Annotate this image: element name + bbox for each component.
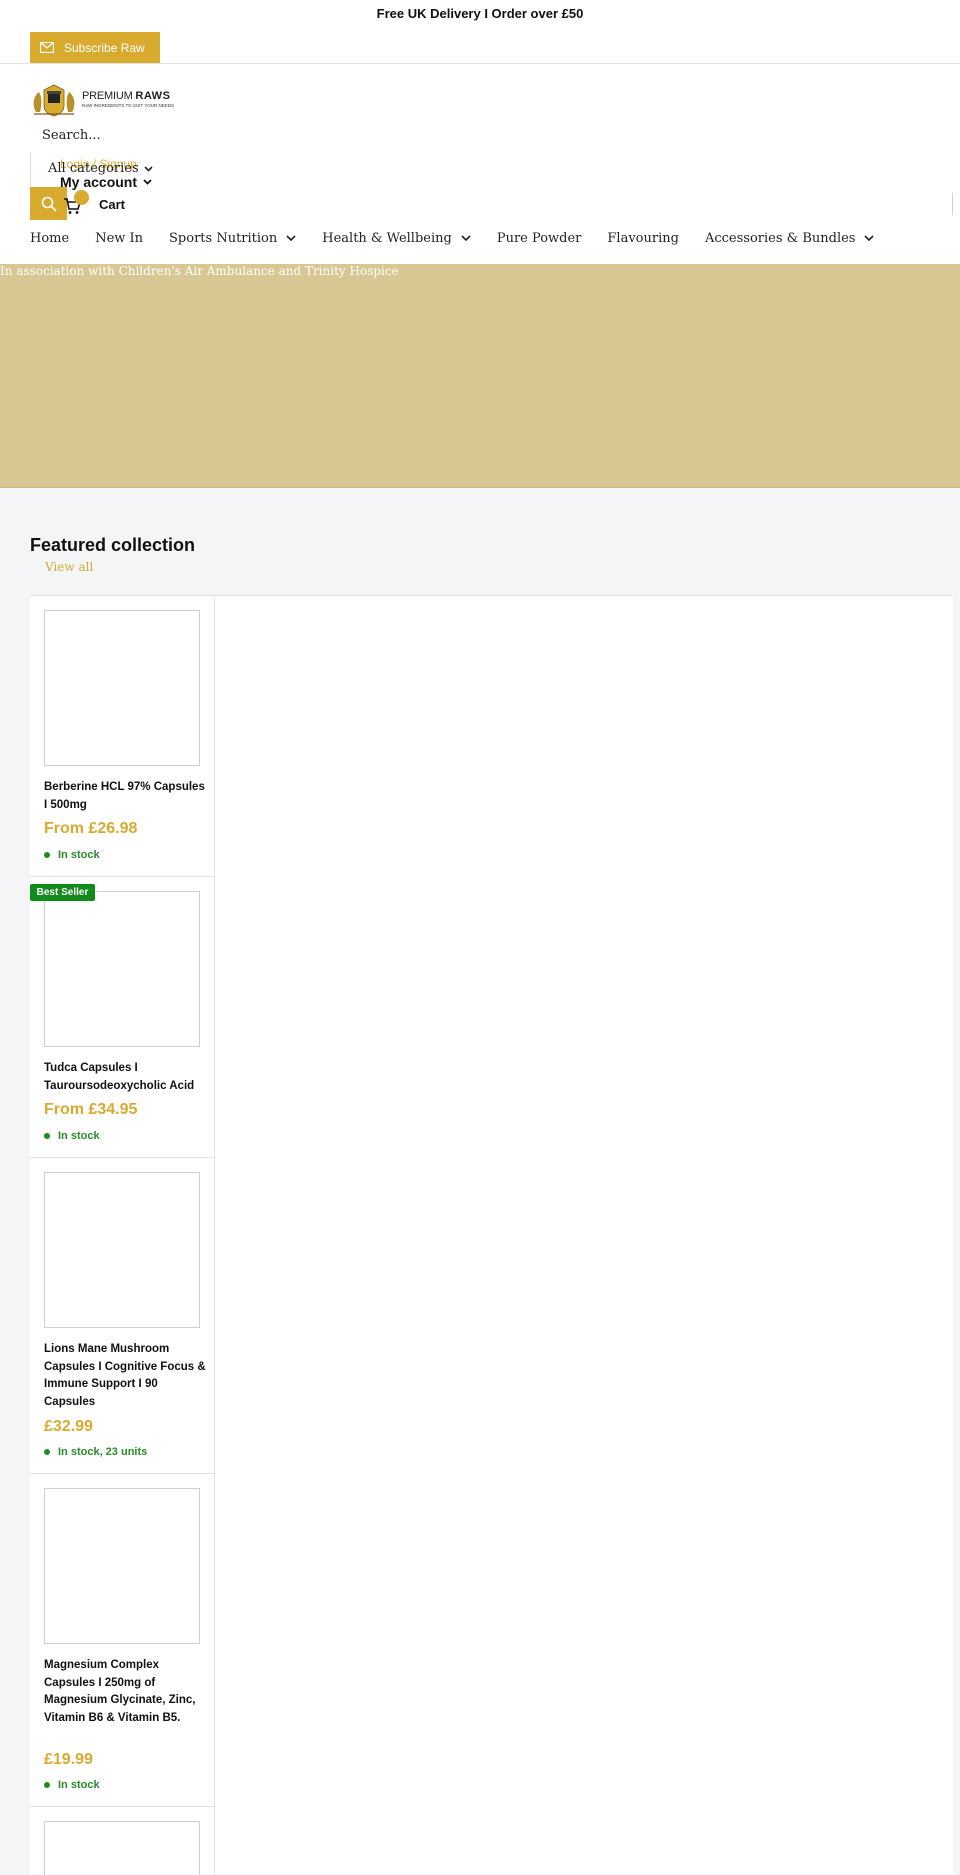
nav-item-flavouring[interactable]: Flavouring (607, 231, 679, 246)
product-image[interactable] (44, 1172, 200, 1328)
mail-icon (40, 42, 54, 53)
nav-item-label: Health & Wellbeing (322, 231, 452, 246)
product-card[interactable] (30, 1807, 214, 1875)
nav-item-accessories-bundles[interactable]: Accessories & Bundles (705, 231, 875, 246)
search-input[interactable]: Search... (42, 128, 101, 143)
product-image[interactable] (44, 891, 200, 1047)
hero-banner[interactable] (0, 264, 960, 488)
chevron-down-icon (286, 235, 296, 242)
product-title[interactable]: Magnesium Complex Capsules I 250mg of Ma… (44, 1657, 206, 1727)
product-image[interactable] (44, 1821, 200, 1875)
view-all-link[interactable]: View all (45, 560, 93, 574)
product-price: From £34.95 (44, 1101, 138, 1118)
my-account-menu[interactable]: My account (60, 174, 152, 190)
product-image[interactable] (44, 610, 200, 766)
product-card[interactable]: Lions Mane Mushroom Capsules I Cognitive… (30, 1158, 214, 1474)
product-price: £19.99 (44, 1751, 93, 1768)
product-card[interactable]: Berberine HCL 97% Capsules I 500mg From … (30, 596, 214, 877)
stock-status: In stock (44, 1130, 100, 1142)
product-price: £32.99 (44, 1418, 93, 1435)
grid-column-divider (214, 596, 215, 1875)
header-edge-divider (952, 193, 953, 215)
product-card[interactable]: Tudca Capsules I Tauroursodeoxycholic Ac… (30, 877, 214, 1158)
search-icon (41, 196, 57, 212)
logo-tagline: RAW INGREDIENTS TO SUIT YOUR NEEDS (82, 103, 175, 109)
chevron-down-icon (144, 165, 153, 172)
nav-item-label: Home (30, 231, 70, 246)
crest-logo-icon (33, 84, 75, 117)
stock-status: In stock, 23 units (44, 1446, 147, 1458)
nav-item-label: Accessories & Bundles (704, 231, 856, 246)
nav-item-label: Flavouring (607, 231, 679, 246)
product-title[interactable]: Tudca Capsules I Tauroursodeoxycholic Ac… (44, 1060, 206, 1095)
search-divider (30, 152, 31, 188)
product-title[interactable]: Lions Mane Mushroom Capsules I Cognitive… (44, 1341, 206, 1411)
header-divider (0, 63, 960, 64)
product-image[interactable] (44, 1488, 200, 1644)
site-logo[interactable]: PREMIUM RAWS RAW INGREDIENTS TO SUIT YOU… (30, 80, 180, 120)
stock-dot-icon (44, 1133, 50, 1139)
featured-title: Featured collection (30, 535, 196, 555)
search-button[interactable] (30, 187, 67, 220)
nav-item-sports-nutrition[interactable]: Sports Nutrition (169, 231, 296, 246)
nav-item-label: Sports Nutrition (169, 231, 278, 246)
nav-item-label: New In (95, 231, 144, 246)
best-seller-badge: Best Seller (30, 884, 95, 901)
nav-item-home[interactable]: Home (30, 231, 69, 246)
nav-item-label: Pure Powder (496, 231, 582, 246)
cart-count-badge (74, 190, 89, 205)
product-title[interactable]: Berberine HCL 97% Capsules I 500mg (44, 779, 206, 814)
chevron-down-icon (864, 235, 875, 242)
stock-dot-icon (44, 1782, 50, 1788)
my-account-label: My account (60, 174, 138, 190)
announcement-bar: Free UK Delivery I Order over £50 (376, 6, 584, 21)
stock-dot-icon (44, 852, 50, 858)
subscribe-button[interactable]: Subscribe Raw (30, 32, 160, 63)
stock-dot-icon (44, 1449, 50, 1455)
hero-banner-caption: In association with Children's Air Ambul… (0, 264, 399, 278)
nav-item-pure-powder[interactable]: Pure Powder (497, 231, 582, 246)
chevron-down-icon (461, 235, 471, 242)
cart-link[interactable]: Cart (99, 197, 125, 212)
product-price: From £26.98 (44, 820, 138, 837)
stock-status: In stock (44, 849, 100, 861)
nav-item-health-wellbeing[interactable]: Health & Wellbeing (322, 231, 471, 246)
main-nav: Home New In Sports Nutrition Health & We… (30, 231, 900, 246)
stock-status: In stock (44, 1779, 100, 1791)
subscribe-label: Subscribe Raw (64, 40, 145, 55)
chevron-down-icon (143, 179, 152, 185)
nav-item-new-in[interactable]: New In (95, 231, 143, 246)
logo-brand: PREMIUM RAWS (82, 90, 171, 103)
product-card[interactable]: Magnesium Complex Capsules I 250mg of Ma… (30, 1474, 214, 1807)
